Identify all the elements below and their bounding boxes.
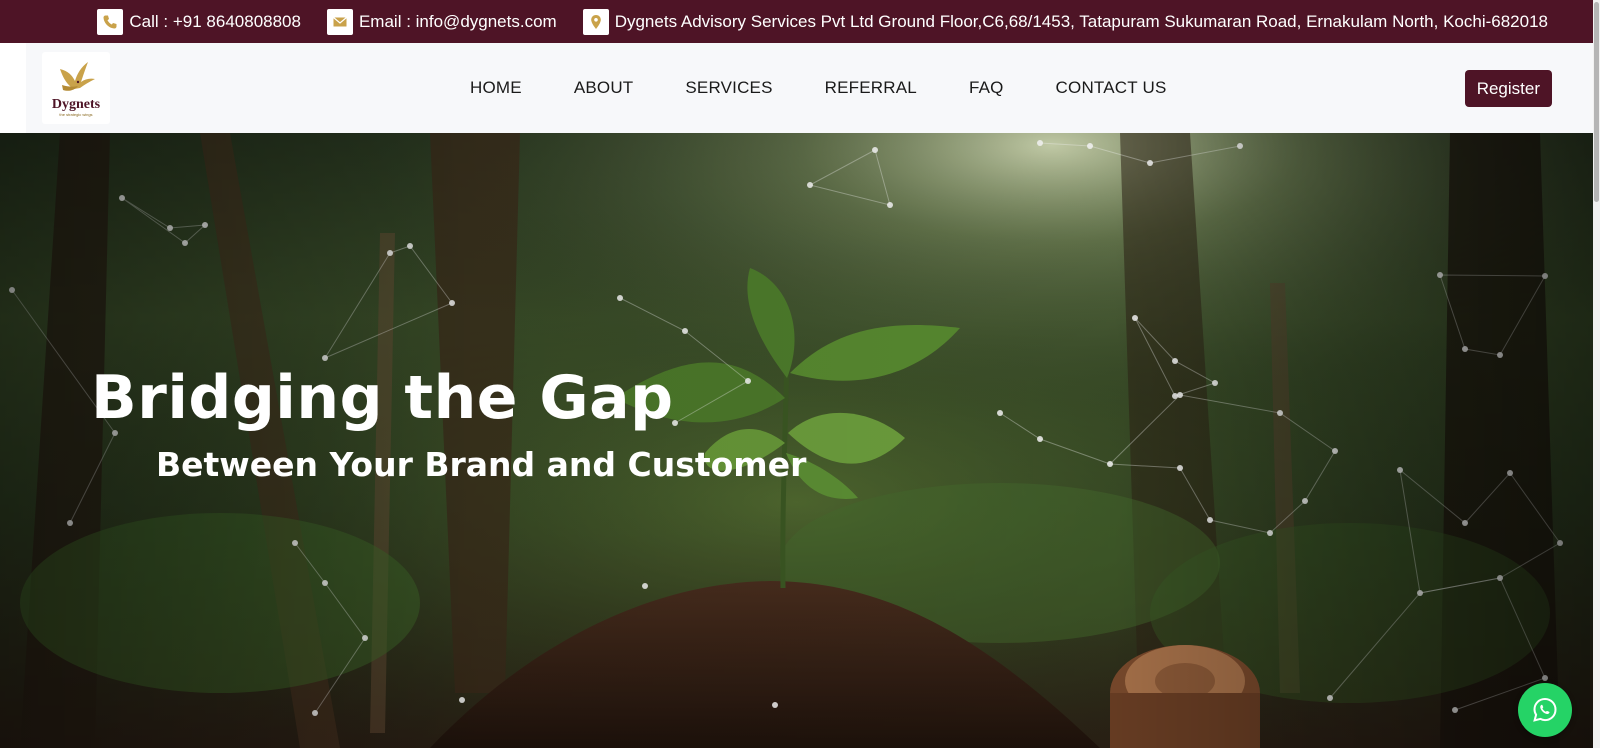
page-scrollbar[interactable]	[1593, 0, 1600, 748]
map-pin-icon	[582, 8, 609, 35]
whatsapp-button[interactable]	[1518, 683, 1572, 737]
hero-background-image	[0, 133, 1593, 748]
top-info-bar: Call : +91 8640808808 Email : info@dygne…	[0, 0, 1595, 43]
phone-text: Call : +91 8640808808	[129, 11, 301, 31]
contact-email[interactable]: Email : info@dygnets.com	[326, 8, 557, 35]
nav-services[interactable]: SERVICES	[685, 78, 772, 98]
brand-logo[interactable]: Dygnets the strategic wings	[42, 52, 110, 124]
bird-emblem-icon	[60, 62, 95, 91]
envelope-icon	[326, 8, 353, 35]
brand-tagline: the strategic wings	[59, 112, 93, 117]
nav-referral[interactable]: REFERRAL	[825, 78, 917, 98]
nav-home[interactable]: HOME	[470, 78, 522, 98]
nav-contact-us[interactable]: CONTACT US	[1056, 78, 1167, 98]
hero-title: Bridging the Gap	[91, 363, 674, 433]
brand-name: Dygnets	[51, 97, 101, 112]
site-header: Dygnets the strategic wings HOME ABOUT S…	[26, 43, 1595, 133]
nav-about[interactable]: ABOUT	[574, 78, 634, 98]
whatsapp-icon	[1533, 697, 1557, 722]
scrollbar-thumb[interactable]	[1594, 2, 1599, 202]
main-nav: HOME ABOUT SERVICES REFERRAL FAQ CONTACT…	[470, 43, 1166, 133]
nav-faq[interactable]: FAQ	[969, 78, 1004, 98]
hero-subtitle: Between Your Brand and Customer	[156, 445, 807, 484]
address-text: Dygnets Advisory Services Pvt Ltd Ground…	[614, 11, 1548, 31]
phone-icon	[97, 8, 124, 35]
hero-banner: Bridging the Gap Between Your Brand and …	[0, 133, 1593, 748]
register-button[interactable]: Register	[1464, 70, 1552, 107]
email-text: Email : info@dygnets.com	[358, 11, 557, 31]
contact-address: Dygnets Advisory Services Pvt Ltd Ground…	[582, 8, 1548, 35]
contact-phone[interactable]: Call : +91 8640808808	[97, 8, 301, 35]
